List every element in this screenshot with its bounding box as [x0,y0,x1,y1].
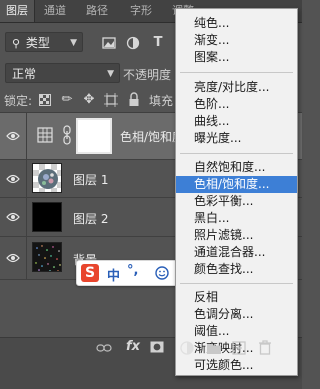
pixel-filter-icon[interactable] [102,36,116,50]
tab-glyphs[interactable]: 字形 [124,0,158,22]
ime-mode-label[interactable]: 中 [107,265,120,284]
filter-kind-label: 类型 [25,36,50,50]
menu-item-invert[interactable]: 反相 [176,289,297,306]
menu-separator [180,283,293,284]
menu-item-hue-saturation[interactable]: 色相/饱和度... [176,176,297,193]
menu-item-color-lookup[interactable]: 颜色查找... [176,261,297,278]
tab-layers[interactable]: 图层 [0,0,35,22]
menu-item-pattern[interactable]: 图案... [176,49,297,66]
fill-label: 填充 [149,94,174,108]
type-filter-icon[interactable]: T [150,35,166,51]
menu-separator [180,72,293,73]
delete-layer-trash-icon[interactable] [258,340,272,355]
eye-icon[interactable] [6,211,20,223]
ime-toolbar[interactable]: S 中 °, [76,260,182,286]
menu-item-vibrance[interactable]: 自然饱和度... [176,159,297,176]
search-icon: ⚲ [12,37,21,50]
emoji-icon[interactable] [155,266,169,280]
fx-button[interactable]: fx [126,339,140,354]
eye-icon[interactable] [6,252,20,264]
menu-item-curves[interactable]: 曲线... [176,113,297,130]
lock-transparent-icon[interactable] [39,94,51,106]
chevron-down-icon: ▼ [107,69,114,79]
chain-link-icon[interactable] [62,125,72,145]
menu-item-gradient[interactable]: 渐变... [176,32,297,49]
menu-separator [180,153,293,154]
menu-item-levels[interactable]: 色阶... [176,96,297,113]
lock-artboard-icon[interactable] [104,93,118,107]
menu-item-black-white[interactable]: 黑白... [176,210,297,227]
lock-image-brush-icon[interactable]: ✏ [59,92,75,108]
layer-name[interactable]: 图层 2 [73,210,108,227]
lock-all-icon[interactable] [128,92,140,107]
menu-item-color-balance[interactable]: 色彩平衡... [176,193,297,210]
tab-paths[interactable]: 路径 [80,0,114,22]
layer-thumbnail [32,163,62,193]
eye-icon[interactable] [6,173,20,185]
menu-item-selective-color[interactable]: 可选颜色... [176,357,297,374]
link-layers-icon[interactable] [96,342,112,354]
add-mask-icon[interactable] [150,341,164,353]
menu-item-brightness-contrast[interactable]: 亮度/对比度... [176,79,297,96]
menu-item-threshold[interactable]: 阈值... [176,323,297,340]
adjustment-filter-icon[interactable] [126,36,140,50]
layer-name[interactable]: 图层 1 [73,171,108,188]
sogou-logo-icon: S [81,264,99,282]
new-adjustment-layer-icon[interactable] [180,341,194,355]
blend-mode-select[interactable]: 正常 ▼ [5,63,120,83]
eye-icon[interactable] [6,130,20,142]
menu-item-exposure[interactable]: 曝光度... [176,130,297,147]
layer-thumbnail [32,242,62,272]
menu-item-channel-mixer[interactable]: 通道混合器... [176,244,297,261]
filter-kind-select[interactable]: ⚲ 类型 ▼ [5,32,83,52]
chevron-down-icon: ▼ [70,38,77,48]
menu-item-solid-color[interactable]: 纯色... [176,15,297,32]
menu-item-photo-filter[interactable]: 照片滤镜... [176,227,297,244]
menu-item-posterize[interactable]: 色调分离... [176,306,297,323]
new-layer-icon[interactable] [232,341,246,355]
layer-mask-thumbnail[interactable] [76,118,112,154]
layer-thumbnail [32,202,62,232]
ime-punctuation-label[interactable]: °, [127,263,138,278]
new-group-folder-icon[interactable] [206,341,222,355]
blend-mode-value: 正常 [12,67,37,81]
lock-position-move-icon[interactable]: ✥ [81,92,97,108]
adjustment-layer-menu: 纯色... 渐变... 图案... 亮度/对比度... 色阶... 曲线... … [175,8,298,376]
lock-label: 锁定: [4,94,33,108]
tab-channels[interactable]: 通道 [38,0,72,22]
hue-saturation-adjustment-icon [37,127,53,143]
opacity-label: 不透明度 [123,68,172,82]
